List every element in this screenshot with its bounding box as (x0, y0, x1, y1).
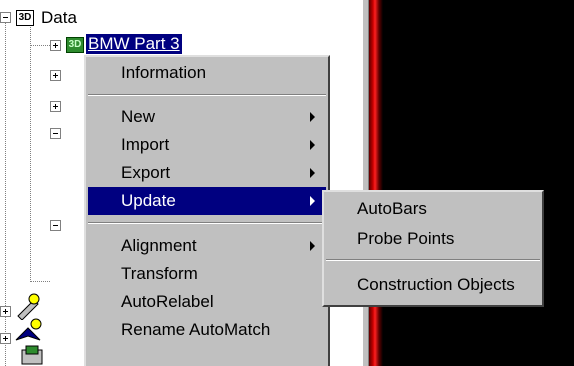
submenu-item-autobars[interactable]: AutoBars (326, 195, 540, 223)
menu-item-label: Import (121, 135, 170, 154)
menu-item-rename-automatch[interactable]: Rename AutoMatch (88, 316, 326, 344)
submenu-arrow-icon (310, 168, 315, 178)
menu-separator (88, 94, 326, 96)
menu-item-label: Information (121, 63, 207, 82)
menu-item-label: Export (121, 163, 171, 182)
submenu-arrow-icon (310, 196, 315, 206)
menu-item-label: Rename AutoMatch (121, 320, 271, 339)
expand-toggle[interactable] (50, 70, 61, 81)
3d-viewport[interactable] (369, 0, 574, 366)
submenu-item-probe-points[interactable]: Probe Points (326, 225, 540, 253)
submenu-arrow-icon (310, 112, 315, 122)
menu-item-alignment[interactable]: Alignment (88, 232, 326, 260)
menu-item-label: AutoBars (357, 199, 427, 218)
3d-data-icon: 3D (16, 10, 34, 26)
menu-separator (88, 222, 326, 224)
menu-item-label: Transform (121, 264, 198, 283)
menu-item-transform[interactable]: Transform (88, 260, 326, 288)
menu-item-label: Probe Points (357, 229, 455, 248)
menu-item-label: Alignment (121, 236, 197, 255)
menu-item-information[interactable]: Information (88, 59, 326, 87)
menu-separator (326, 259, 540, 261)
expand-toggle[interactable] (50, 40, 61, 51)
menu-item-export[interactable]: Export (88, 159, 326, 187)
expand-toggle[interactable] (0, 333, 11, 344)
menu-item-label: New (121, 107, 156, 126)
database-icon (21, 345, 43, 365)
alignment-tool-icon (15, 318, 42, 341)
menu-item-label: Update (121, 191, 176, 210)
menu-item-import[interactable]: Import (88, 131, 326, 159)
expand-toggle[interactable] (50, 101, 61, 112)
tree-line (30, 22, 31, 282)
menu-item-update[interactable]: Update (88, 187, 326, 215)
menu-item-autorelabel[interactable]: AutoRelabel (88, 288, 326, 316)
submenu-item-construction-objects[interactable]: Construction Objects (326, 271, 540, 299)
collapse-toggle-root[interactable] (0, 12, 11, 23)
3d-part-icon: 3D (66, 37, 84, 53)
collapse-toggle[interactable] (50, 128, 61, 139)
tree-line (30, 45, 50, 46)
menu-item-new[interactable]: New (88, 103, 326, 131)
menu-item-label: AutoRelabel (121, 292, 214, 311)
expand-toggle[interactable] (0, 306, 11, 317)
splitter[interactable] (362, 0, 369, 366)
submenu-arrow-icon (310, 140, 315, 150)
collapse-toggle[interactable] (50, 220, 61, 231)
context-menu: Information New Import Export Update Ali… (84, 55, 330, 366)
update-submenu: AutoBars Probe Points Construction Objec… (322, 190, 544, 307)
tree-item-root-label[interactable]: Data (41, 8, 77, 28)
tree-item-selected-label[interactable]: BMW Part 3 (86, 34, 182, 54)
menu-item-label: Construction Objects (357, 275, 515, 294)
submenu-arrow-icon (310, 241, 315, 251)
tree-line (30, 281, 50, 282)
